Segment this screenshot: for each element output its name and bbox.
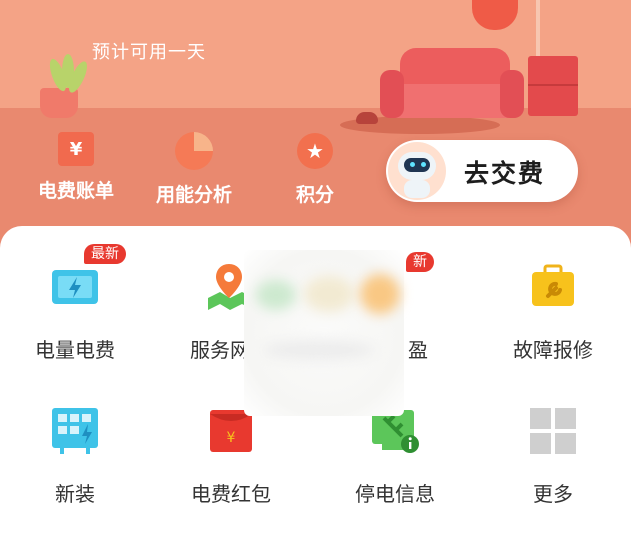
blurred-region (244, 250, 404, 416)
service-electricity-fee[interactable]: 最新 电量电费 (0, 244, 150, 363)
new-badge: 最新 (84, 244, 126, 264)
service-label: 更多 (533, 482, 573, 506)
pay-button-label: 去交费 (464, 159, 546, 188)
service-label: 故障报修 (513, 338, 593, 362)
battery-bolt-icon: 最新 (50, 244, 126, 312)
bill-icon: ¥ (58, 132, 94, 166)
quick-action-label: 电费账单 (38, 180, 115, 202)
cat (356, 112, 378, 124)
service-red-envelope[interactable]: ¥ 电费红包 (156, 406, 306, 507)
cabinet-drawer (528, 84, 578, 86)
grid-more-icon (528, 406, 578, 456)
balance-estimate: 预计可用一天 (92, 42, 206, 63)
robot-avatar-icon (388, 142, 446, 200)
sofa-arm (500, 70, 524, 118)
sofa-arm (380, 70, 404, 118)
quick-action-bill[interactable]: ¥ 电费账单 (38, 132, 114, 203)
quick-action-analysis[interactable]: 用能分析 (156, 132, 232, 207)
star-icon: ★ (297, 133, 333, 169)
quick-action-label: 积分 (296, 184, 335, 206)
service-label: 电费红包 (191, 482, 271, 506)
quick-action-points[interactable]: ★ 积分 (296, 132, 334, 207)
service-repair[interactable]: 故障报修 (478, 262, 628, 363)
toolbox-icon (528, 262, 578, 312)
hero-banner: 预计可用一天 ¥ 电费账单 用能分析 ★ 积分 去交费 (0, 0, 631, 260)
quick-action-label: 用能分析 (156, 184, 233, 206)
new-badge: 新 (406, 252, 434, 272)
cabinet (528, 56, 578, 116)
service-outage-info[interactable]: 停电信息 (320, 406, 470, 507)
service-label: 新装 (55, 482, 95, 506)
pie-chart-icon (175, 132, 213, 170)
svg-text:¥: ¥ (227, 430, 236, 446)
pay-button[interactable]: 去交费 (386, 140, 578, 202)
service-more[interactable]: 更多 (478, 406, 628, 507)
service-label: 电量电费 (35, 338, 115, 362)
service-new-install[interactable]: 新装 (0, 406, 150, 507)
panel-meter-icon (50, 406, 100, 456)
service-label: 停电信息 (355, 482, 435, 506)
